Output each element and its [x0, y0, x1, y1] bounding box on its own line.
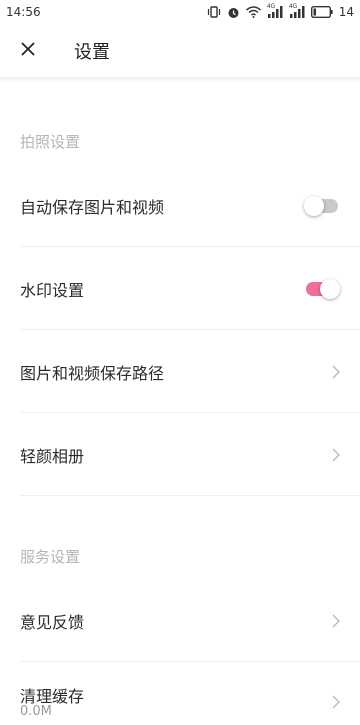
status-bar: 14:56 4G 4G 14 — [0, 0, 360, 24]
vibrate-icon — [207, 6, 221, 18]
chevron-right-icon — [332, 695, 340, 709]
row-auto-save[interactable]: 自动保存图片和视频 — [0, 165, 360, 247]
row-divider — [20, 246, 360, 247]
section-label-service: 服务设置 — [20, 548, 81, 566]
row-clear-cache[interactable]: 清理缓存 — [0, 663, 360, 725]
battery-level: 14 — [338, 5, 354, 19]
app-header: 设置 — [0, 24, 360, 78]
row-label-watermark: 水印设置 — [20, 281, 85, 300]
signal-icon-1: 4G — [266, 3, 283, 18]
watermark-toggle[interactable] — [304, 279, 340, 299]
network-type-2: 4G — [288, 3, 298, 10]
close-button[interactable] — [0, 24, 56, 78]
status-time: 14:56 — [6, 5, 41, 19]
chevron-right-icon — [332, 448, 340, 462]
toggle-knob — [320, 279, 340, 299]
toggle-knob — [304, 196, 324, 216]
row-album[interactable]: 轻颜相册 — [0, 414, 360, 496]
row-divider — [20, 329, 360, 330]
chevron-right-icon — [332, 365, 340, 379]
row-label-auto-save: 自动保存图片和视频 — [20, 198, 165, 217]
network-type-1: 4G — [266, 3, 276, 10]
signal-icon-2: 4G — [288, 3, 305, 18]
cache-size-value: 0.0M — [20, 704, 52, 719]
alarm-icon — [227, 6, 240, 19]
row-divider — [20, 495, 360, 496]
row-save-path[interactable]: 图片和视频保存路径 — [0, 331, 360, 413]
row-divider — [20, 661, 360, 662]
auto-save-toggle[interactable] — [304, 196, 340, 216]
status-icons: 4G 4G 14 — [207, 3, 354, 19]
row-divider — [20, 412, 360, 413]
row-watermark[interactable]: 水印设置 — [0, 248, 360, 330]
row-label-album: 轻颜相册 — [20, 447, 85, 466]
battery-icon — [310, 6, 333, 18]
header-divider — [0, 77, 360, 83]
wifi-icon — [245, 6, 261, 18]
row-feedback[interactable]: 意见反馈 — [0, 580, 360, 662]
row-label-save-path: 图片和视频保存路径 — [20, 364, 165, 383]
page-title: 设置 — [74, 42, 110, 63]
row-label-feedback: 意见反馈 — [20, 613, 85, 632]
close-icon — [20, 41, 36, 61]
section-label-camera: 拍照设置 — [20, 133, 81, 151]
chevron-right-icon — [332, 614, 340, 628]
